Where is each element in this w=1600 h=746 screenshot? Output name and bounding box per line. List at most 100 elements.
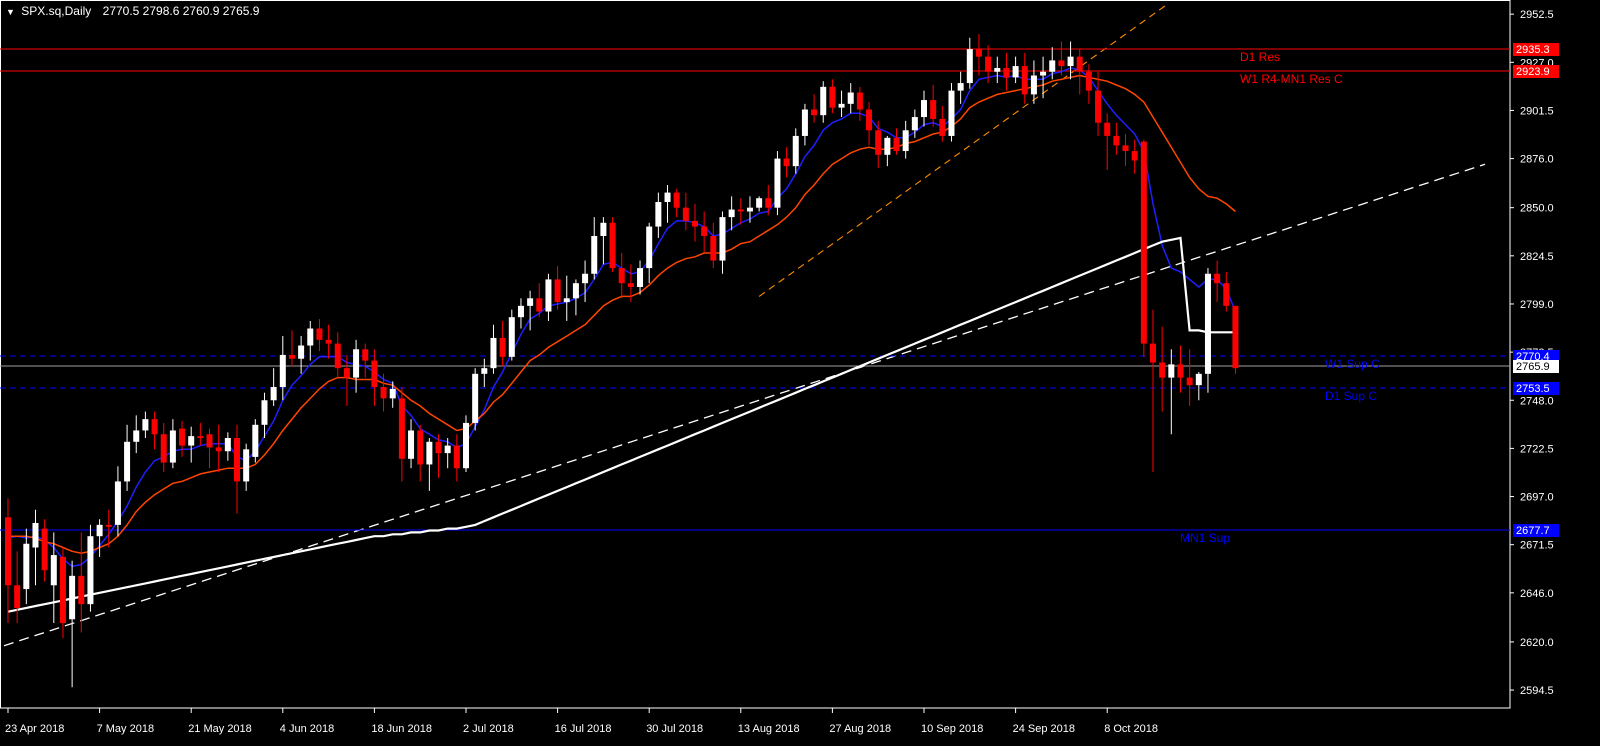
candle-body[interactable] (692, 220, 698, 227)
candle-body[interactable] (32, 522, 39, 548)
candle-body[interactable] (710, 236, 717, 261)
candle-body[interactable] (957, 83, 964, 91)
candle-body[interactable] (966, 49, 973, 84)
candle-body[interactable] (902, 130, 909, 152)
candle-body[interactable] (426, 441, 433, 465)
candle-body[interactable] (563, 298, 570, 303)
candle-body[interactable] (1058, 60, 1065, 67)
candle-body[interactable] (481, 368, 488, 374)
candle-body[interactable] (234, 438, 240, 482)
candle-body[interactable] (774, 158, 781, 208)
candle-body[interactable] (114, 481, 121, 525)
candle-body[interactable] (1113, 135, 1120, 146)
candle-body[interactable] (765, 198, 772, 208)
candle-body[interactable] (1085, 71, 1092, 91)
candle-body[interactable] (554, 279, 561, 303)
candle-body[interactable] (985, 56, 992, 72)
candle-body[interactable] (435, 441, 442, 454)
candle-body[interactable] (105, 524, 112, 527)
candle-body[interactable] (756, 198, 763, 208)
candle-body[interactable] (1095, 90, 1102, 123)
candle-body[interactable] (637, 268, 644, 287)
candle-body[interactable] (69, 575, 76, 620)
candle-body[interactable] (737, 209, 744, 212)
candle-body[interactable] (975, 49, 982, 57)
candle-body[interactable] (591, 236, 598, 274)
candle-body[interactable] (1104, 122, 1111, 136)
dropdown-triangle-icon[interactable]: ▼ (6, 7, 15, 17)
candle-body[interactable] (499, 337, 506, 357)
candle-body[interactable] (444, 445, 451, 454)
candle-body[interactable] (151, 419, 158, 435)
candle-body[interactable] (252, 424, 259, 457)
candle-body[interactable] (197, 436, 204, 439)
candle-body[interactable] (911, 117, 918, 131)
candle-body[interactable] (87, 536, 94, 605)
candle-body[interactable] (1012, 66, 1019, 78)
candle-body[interactable] (1159, 362, 1166, 378)
candle-body[interactable] (288, 354, 295, 359)
candle-body[interactable] (78, 575, 85, 605)
candle-body[interactable] (371, 360, 378, 388)
candle-body[interactable] (939, 118, 946, 136)
candle-body[interactable] (719, 217, 726, 261)
candle-body[interactable] (664, 192, 671, 203)
candle-body[interactable] (1232, 305, 1239, 369)
candle-body[interactable] (1204, 273, 1211, 374)
candle-body[interactable] (801, 109, 808, 136)
candle-body[interactable] (517, 305, 524, 318)
candle-body[interactable] (1140, 141, 1147, 344)
candle-body[interactable] (1076, 56, 1083, 72)
candle-body[interactable] (673, 192, 680, 208)
candle-body[interactable] (783, 158, 790, 167)
candle-body[interactable] (829, 86, 836, 108)
trendline-orange-dashed[interactable] (758, 3, 1169, 297)
trendline-white-dashed[interactable] (3, 163, 1486, 647)
candle-body[interactable] (41, 528, 48, 571)
candle-body[interactable] (811, 109, 818, 116)
candle-body[interactable] (1122, 145, 1129, 152)
candle-body[interactable] (169, 430, 176, 463)
candle-body[interactable] (1049, 60, 1056, 72)
candle-body[interactable] (508, 317, 515, 357)
candle-body[interactable] (994, 67, 1001, 72)
candle-body[interactable] (646, 226, 653, 269)
candle-body[interactable] (930, 100, 937, 119)
candle-body[interactable] (1030, 75, 1037, 95)
candle-body[interactable] (1177, 364, 1184, 378)
candle-body[interactable] (1067, 56, 1074, 67)
candle-body[interactable] (948, 90, 955, 136)
candle-body[interactable] (866, 109, 873, 131)
candle-body[interactable] (582, 273, 589, 284)
candle-body[interactable] (1040, 71, 1047, 76)
candle-body[interactable] (243, 449, 250, 482)
candle-body[interactable] (1021, 66, 1028, 95)
candle-body[interactable] (838, 103, 845, 108)
candle-body[interactable] (380, 387, 387, 399)
candle-body[interactable] (389, 388, 396, 399)
candle-body[interactable] (307, 328, 314, 346)
candle-body[interactable] (188, 436, 195, 446)
candle-body[interactable] (59, 556, 66, 624)
candle-body[interactable] (856, 92, 863, 110)
candle-body[interactable] (1131, 151, 1138, 161)
candle-body[interactable] (206, 434, 213, 448)
candle-body[interactable] (142, 419, 149, 431)
candle-body[interactable] (261, 400, 268, 425)
candle-body[interactable] (179, 428, 186, 446)
candle-body[interactable] (298, 345, 305, 359)
candle-body[interactable] (655, 202, 662, 227)
candle-body[interactable] (453, 445, 460, 469)
candle-body[interactable] (921, 100, 927, 118)
candle-body[interactable] (618, 268, 625, 284)
candle-body[interactable] (417, 430, 424, 465)
candle-body[interactable] (536, 298, 543, 312)
price-chart[interactable]: D1 Res W1 R4-MN1 Res C W1 Sup C D1 Sup C MN1… (0, 0, 1600, 741)
candle-body[interactable] (545, 279, 552, 312)
candle-body[interactable] (316, 328, 323, 340)
candle-body[interactable] (746, 207, 753, 212)
candle-body[interactable] (893, 137, 900, 152)
candle-body[interactable] (1214, 273, 1221, 284)
candle-body[interactable] (5, 517, 11, 586)
candle-body[interactable] (1195, 373, 1202, 386)
